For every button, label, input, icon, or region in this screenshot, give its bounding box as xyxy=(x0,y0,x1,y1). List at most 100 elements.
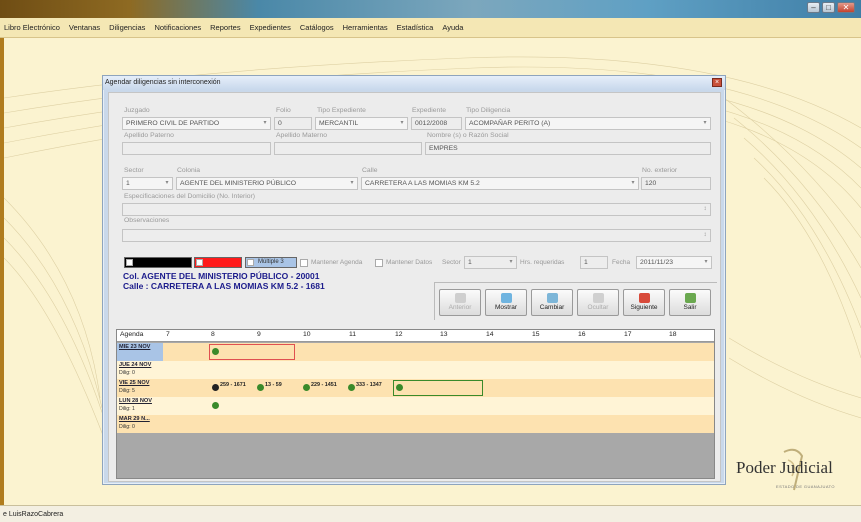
person-pin-icon[interactable] xyxy=(303,384,310,391)
label-nombre: Nombre (s) o Razón Social xyxy=(427,132,509,139)
menu-diligencias[interactable]: Diligencias xyxy=(109,23,145,32)
colonia-select[interactable]: AGENTE DEL MINISTERIO PÚBLICO ▾ xyxy=(176,177,358,190)
color-swatch-red[interactable] xyxy=(194,257,242,268)
colonia-value: AGENTE DEL MINISTERIO PÚBLICO xyxy=(180,180,297,187)
siguiente-button[interactable]: Siguiente xyxy=(623,289,665,316)
ocultar-button[interactable]: Ocultar xyxy=(577,289,619,316)
color-swatch-black[interactable] xyxy=(124,257,192,268)
menu-ventanas[interactable]: Ventanas xyxy=(69,23,100,32)
label-apellido-materno: Apellido Materno xyxy=(276,132,328,139)
hour-15: 15 xyxy=(532,331,540,338)
calle-value: CARRETERA A LAS MOMIAS KM 5.2 xyxy=(365,180,480,187)
label-expediente: Expediente xyxy=(412,107,447,114)
appointment-label[interactable]: 229 - 1451 xyxy=(311,382,337,388)
previous-icon xyxy=(454,293,466,303)
juzgado-value: PRIMERO CIVIL DE PARTIDO xyxy=(126,120,220,127)
swatch-checkbox-red[interactable] xyxy=(196,259,203,266)
agenda-row[interactable]: MAR 29 N... Dilig: 0 xyxy=(117,415,714,433)
person-pin-icon[interactable] xyxy=(212,402,219,409)
sector-option-label: Sector xyxy=(442,259,461,266)
no-exterior-field[interactable]: 120 xyxy=(641,177,711,190)
swatch-checkbox-black[interactable] xyxy=(126,259,133,266)
cambiar-button[interactable]: Cambiar xyxy=(531,289,573,316)
menu-reportes[interactable]: Reportes xyxy=(210,23,240,32)
person-pin-icon[interactable] xyxy=(212,384,219,391)
swatch-checkbox-multiple[interactable] xyxy=(247,259,254,266)
close-button[interactable]: ✕ xyxy=(837,2,855,13)
hour-9: 9 xyxy=(257,331,261,338)
minimize-button[interactable]: – xyxy=(807,2,820,13)
hour-13: 13 xyxy=(440,331,448,338)
salir-label: Salir xyxy=(683,304,697,311)
menu-expedientes[interactable]: Expedientes xyxy=(250,23,291,32)
menu-estadistica[interactable]: Estadística xyxy=(397,23,434,32)
sector-select[interactable]: 1 ▾ xyxy=(122,177,173,190)
agenda-header-label: Agenda xyxy=(120,331,144,338)
mantener-datos-checkbox[interactable] xyxy=(375,259,383,267)
agenda-row[interactable]: VIE 25 NOV Dilig: 5 259 - 1671 13 - 59 2… xyxy=(117,379,714,397)
person-pin-icon[interactable] xyxy=(396,384,403,391)
menu-notificaciones[interactable]: Notificaciones xyxy=(154,23,201,32)
menu-herramientas[interactable]: Herramientas xyxy=(343,23,388,32)
maximize-button[interactable]: □ xyxy=(822,2,835,13)
mostrar-label: Mostrar xyxy=(494,304,518,311)
fecha-label: Fecha xyxy=(612,259,631,266)
scroll-arrows-icon: ↕ xyxy=(703,206,707,212)
chevron-down-icon: ▾ xyxy=(165,180,169,186)
hour-14: 14 xyxy=(486,331,494,338)
day-label[interactable]: JUE 24 NOV xyxy=(119,362,151,368)
fecha-picker[interactable]: 2011/11/23 ▾ xyxy=(636,256,712,269)
hide-icon xyxy=(592,293,604,303)
day-label[interactable]: MAR 29 N... xyxy=(119,416,150,422)
day-label[interactable]: LUN 28 NOV xyxy=(119,398,152,404)
chevron-down-icon: ▾ xyxy=(263,120,267,126)
colonia-info-line: Col. AGENTE DEL MINISTERIO PÚBLICO - 200… xyxy=(123,271,320,281)
appointment-label[interactable]: 259 - 1671 xyxy=(220,382,246,388)
mostrar-button[interactable]: Mostrar xyxy=(485,289,527,316)
expediente-field[interactable]: 0012/2008 xyxy=(411,117,462,130)
apellido-materno-field[interactable] xyxy=(274,142,422,155)
agenda-row[interactable]: JUE 24 NOV Dilig: 0 xyxy=(117,361,714,379)
nombre-field[interactable]: EMPRES xyxy=(425,142,711,155)
appointment-label[interactable]: 13 - 59 xyxy=(265,382,282,388)
apellido-paterno-field[interactable] xyxy=(122,142,271,155)
especificaciones-field[interactable]: ↕ xyxy=(122,203,711,216)
tipo-diligencia-select[interactable]: ACOMPAÑAR PERITO (A) ▾ xyxy=(465,117,711,130)
chevron-down-icon: ▾ xyxy=(509,259,513,265)
folio-field[interactable]: 0 xyxy=(274,117,312,130)
hour-11: 11 xyxy=(349,331,357,338)
agenda-row[interactable]: MIE 23 NOV xyxy=(117,343,714,361)
juzgado-select[interactable]: PRIMERO CIVIL DE PARTIDO ▾ xyxy=(122,117,271,130)
salir-button[interactable]: Salir xyxy=(669,289,711,316)
menu-ayuda[interactable]: Ayuda xyxy=(442,23,463,32)
dilig-count: Dilig: 5 xyxy=(119,388,135,394)
menu-catalogos[interactable]: Catálogos xyxy=(300,23,334,32)
day-label[interactable]: MIE 23 NOV xyxy=(119,344,150,350)
person-pin-icon[interactable] xyxy=(348,384,355,391)
hrs-requeridas-field[interactable]: 1 xyxy=(580,256,608,269)
mantener-agenda-checkbox[interactable] xyxy=(300,259,308,267)
appointment-label[interactable]: 333 - 1347 xyxy=(356,382,382,388)
chevron-down-icon: ▾ xyxy=(631,180,635,186)
day-label[interactable]: VIE 25 NOV xyxy=(119,380,149,386)
exit-door-icon xyxy=(684,293,696,303)
observaciones-field[interactable]: ↕ xyxy=(122,229,711,242)
agenda-row[interactable]: LUN 28 NOV Dilig: 1 xyxy=(117,397,714,415)
sector-option-select[interactable]: 1 ▾ xyxy=(464,256,517,269)
agenda-grid: Agenda 7 8 9 10 11 12 13 14 15 16 17 18 … xyxy=(116,329,715,479)
selected-slot-box[interactable] xyxy=(209,344,295,360)
menu-libro[interactable]: Libro Electrónico xyxy=(4,23,60,32)
sector-value: 1 xyxy=(126,180,130,187)
tipo-expediente-select[interactable]: MERCANTIL ▾ xyxy=(315,117,408,130)
appointment-slot-box[interactable] xyxy=(393,380,483,396)
chevron-down-icon: ▾ xyxy=(400,120,404,126)
label-sector: Sector xyxy=(124,167,144,174)
scroll-arrows-icon: ↕ xyxy=(703,232,707,238)
person-pin-icon[interactable] xyxy=(257,384,264,391)
person-pin-icon[interactable] xyxy=(212,348,219,355)
dialog-close-button[interactable]: × xyxy=(712,78,722,87)
calle-select[interactable]: CARRETERA A LAS MOMIAS KM 5.2 ▾ xyxy=(361,177,639,190)
color-swatch-multiple[interactable]: Múltiple 3 xyxy=(245,257,297,268)
agendar-dialog: Agendar diligencias sin interconexión × … xyxy=(102,75,726,485)
anterior-button[interactable]: Anterior xyxy=(439,289,481,316)
